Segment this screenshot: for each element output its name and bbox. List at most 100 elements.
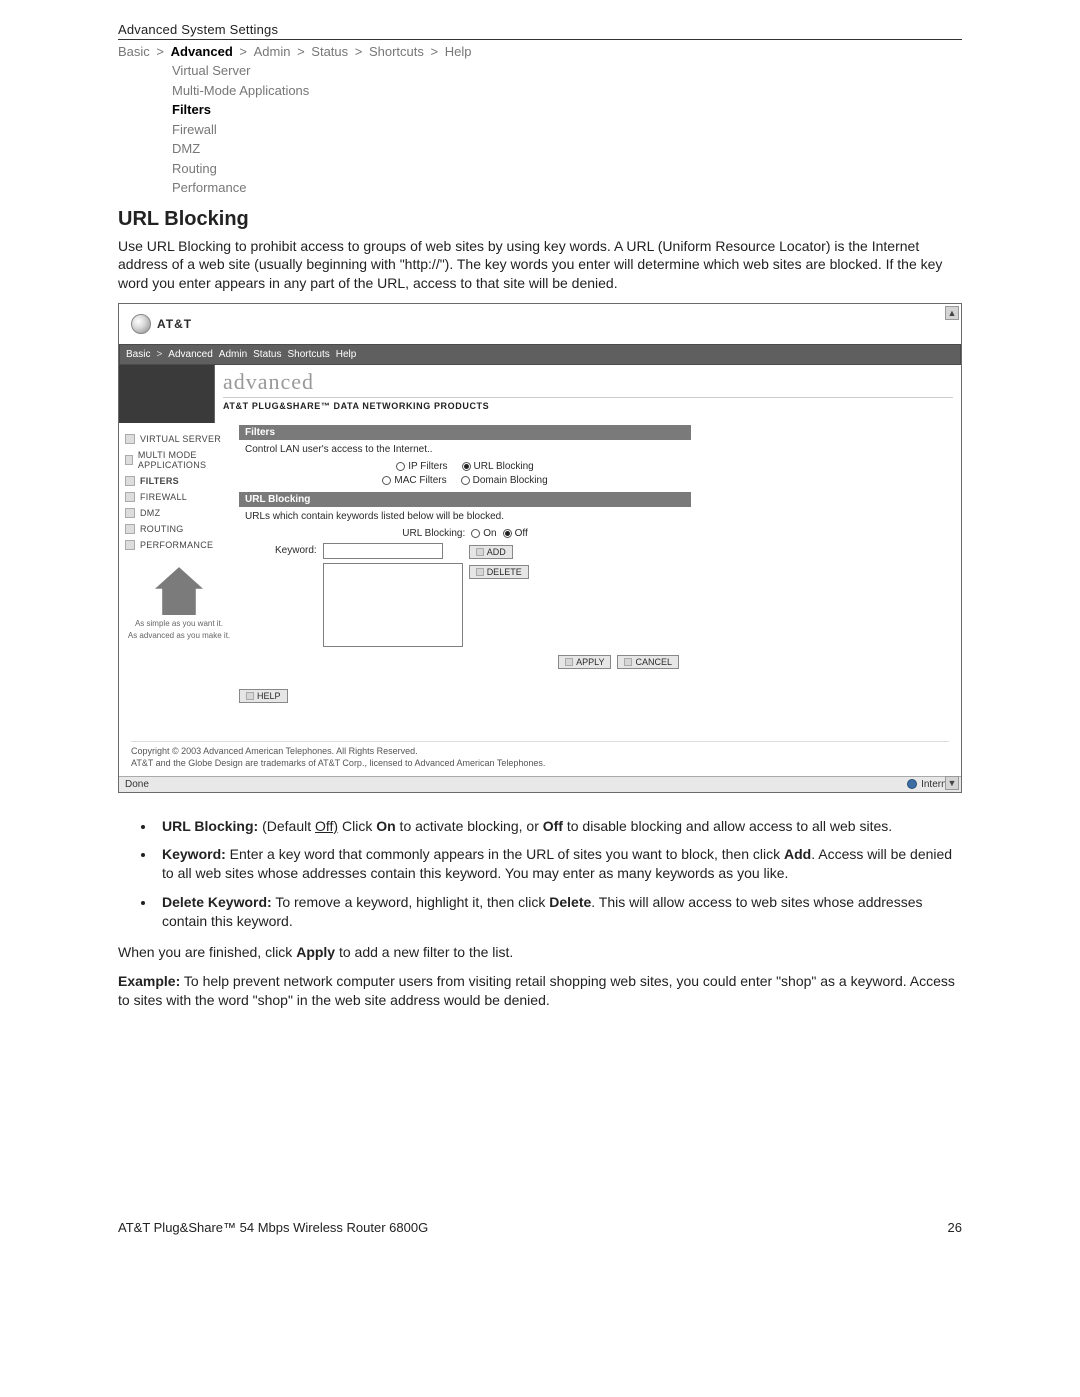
footer-page-number: 26	[948, 1220, 962, 1235]
sidebar-item-firewall[interactable]: FIREWALL	[123, 489, 235, 505]
bullet-label: Keyword:	[162, 846, 226, 862]
radio-icon	[462, 462, 471, 471]
sidebar-item-label: DMZ	[140, 508, 160, 518]
radio-domain-blocking[interactable]: Domain Blocking	[461, 475, 548, 486]
radio-icon	[461, 476, 470, 485]
bullet-icon	[246, 692, 254, 700]
ss-nav-status[interactable]: Status	[253, 349, 281, 360]
help-button[interactable]: HELP	[239, 689, 288, 703]
embedded-screenshot: ▲ AT&T Basic > Advanced Admin Status Sho…	[118, 303, 962, 792]
crumb-sep: >	[348, 44, 369, 59]
bullet-text: Enter a key word that commonly appears i…	[226, 846, 784, 862]
bullet-icon	[624, 658, 632, 666]
subnav-firewall[interactable]: Firewall	[172, 120, 962, 140]
ss-nav-advanced[interactable]: Advanced	[168, 349, 212, 360]
bullet-bold: Delete	[549, 894, 591, 910]
bullet-text: to disable blocking and allow access to …	[563, 818, 892, 834]
filters-desc: Control LAN user's access to the Interne…	[239, 440, 691, 461]
crumb-basic[interactable]: Basic	[118, 44, 150, 59]
bullet-bold: Add	[784, 846, 811, 862]
ss-banner: advanced AT&T PLUG&SHARE™ DATA NETWORKIN…	[119, 365, 961, 423]
sidebar-item-label: FIREWALL	[140, 492, 187, 502]
ss-sidebar: VIRTUAL SERVER MULTI MODE APPLICATIONS F…	[119, 423, 239, 703]
doc-bullet-list: URL Blocking: (Default Off) Click On to …	[118, 817, 962, 931]
bullet-icon	[125, 524, 135, 534]
bullet-label: URL Blocking:	[162, 818, 258, 834]
ss-nav-shortcuts[interactable]: Shortcuts	[288, 349, 330, 360]
radio-icon	[382, 476, 391, 485]
bullet-icon	[125, 492, 135, 502]
apply-button[interactable]: APPLY	[558, 655, 611, 669]
subnav-routing[interactable]: Routing	[172, 159, 962, 179]
sidebar-item-dmz[interactable]: DMZ	[123, 505, 235, 521]
radio-mac-filters[interactable]: MAC Filters	[382, 475, 446, 486]
urlblock-desc: URLs which contain keywords listed below…	[239, 507, 691, 528]
sidebar-item-virtual-server[interactable]: VIRTUAL SERVER	[123, 431, 235, 447]
sidebar-item-performance[interactable]: PERFORMANCE	[123, 537, 235, 553]
ss-nav-admin[interactable]: Admin	[219, 349, 247, 360]
scroll-down-icon[interactable]: ▼	[945, 776, 959, 790]
radio-on[interactable]: On	[471, 528, 496, 539]
sidebar-item-label: VIRTUAL SERVER	[140, 434, 221, 444]
footer-left: AT&T Plug&Share™ 54 Mbps Wireless Router…	[118, 1220, 428, 1235]
add-button[interactable]: ADD	[469, 545, 513, 559]
bullet-underlined: Off)	[315, 818, 338, 834]
bullet-text: To remove a keyword, highlight it, then …	[272, 894, 550, 910]
radio-ip-filters[interactable]: IP Filters	[396, 461, 447, 472]
filter-type-radios: IP Filters URL Blocking MAC Filters Doma…	[239, 461, 691, 486]
globe-icon	[131, 314, 151, 334]
sidebar-item-routing[interactable]: ROUTING	[123, 521, 235, 537]
sidebar-item-multimode[interactable]: MULTI MODE APPLICATIONS	[123, 447, 235, 473]
btn-label: DELETE	[487, 567, 522, 577]
keyword-listbox[interactable]	[323, 563, 463, 647]
subnav: Virtual Server Multi-Mode Applications F…	[172, 61, 962, 198]
subnav-dmz[interactable]: DMZ	[172, 139, 962, 159]
radio-icon	[396, 462, 405, 471]
section-intro: Use URL Blocking to prohibit access to g…	[118, 237, 962, 294]
bullet-icon	[476, 548, 484, 556]
internet-zone-icon	[907, 779, 917, 789]
page-footer: AT&T Plug&Share™ 54 Mbps Wireless Router…	[118, 1220, 962, 1235]
keyword-label: Keyword:	[275, 543, 317, 556]
tagline-2: As advanced as you make it.	[123, 631, 235, 641]
bullet-icon	[125, 434, 135, 444]
crumb-sep: >	[424, 44, 445, 59]
bullet-bold: Off	[543, 818, 563, 834]
page-header: Advanced System Settings	[118, 22, 962, 40]
radio-off[interactable]: Off	[503, 528, 528, 539]
subnav-virtual-server[interactable]: Virtual Server	[172, 61, 962, 81]
sidebar-item-filters[interactable]: FILTERS	[123, 473, 235, 489]
example-label: Example:	[118, 973, 180, 989]
list-item: URL Blocking: (Default Off) Click On to …	[156, 817, 962, 836]
bullet-icon	[125, 540, 135, 550]
section-title: URL Blocking	[118, 208, 962, 231]
bullet-label: Delete Keyword:	[162, 894, 272, 910]
delete-button[interactable]: DELETE	[469, 565, 529, 579]
radio-url-blocking[interactable]: URL Blocking	[462, 461, 534, 472]
subnav-filters[interactable]: Filters	[172, 100, 962, 120]
bullet-icon	[125, 508, 135, 518]
crumb-status[interactable]: Status	[311, 44, 348, 59]
bullet-icon	[125, 476, 135, 486]
scroll-up-icon[interactable]: ▲	[945, 306, 959, 320]
ss-nav-sep: >	[156, 349, 162, 360]
cancel-button[interactable]: CANCEL	[617, 655, 679, 669]
crumb-admin[interactable]: Admin	[254, 44, 291, 59]
sidebar-item-label: MULTI MODE APPLICATIONS	[138, 450, 233, 470]
keyword-input[interactable]	[323, 543, 443, 559]
bullet-icon	[565, 658, 573, 666]
ss-nav-basic[interactable]: Basic	[126, 349, 150, 360]
ss-nav-help[interactable]: Help	[336, 349, 357, 360]
crumb-shortcuts[interactable]: Shortcuts	[369, 44, 424, 59]
copyright-line-1: Copyright © 2003 Advanced American Telep…	[131, 746, 949, 758]
crumb-help[interactable]: Help	[445, 44, 472, 59]
bullet-text: Click	[338, 818, 376, 834]
crumb-sep: >	[290, 44, 311, 59]
house-icon	[155, 567, 203, 615]
subnav-performance[interactable]: Performance	[172, 178, 962, 198]
logo: AT&T	[131, 314, 961, 334]
crumb-advanced[interactable]: Advanced	[171, 44, 233, 59]
subnav-multimode[interactable]: Multi-Mode Applications	[172, 81, 962, 101]
statusbar: Done Internet	[119, 776, 961, 792]
ss-copyright: Copyright © 2003 Advanced American Telep…	[131, 741, 949, 769]
